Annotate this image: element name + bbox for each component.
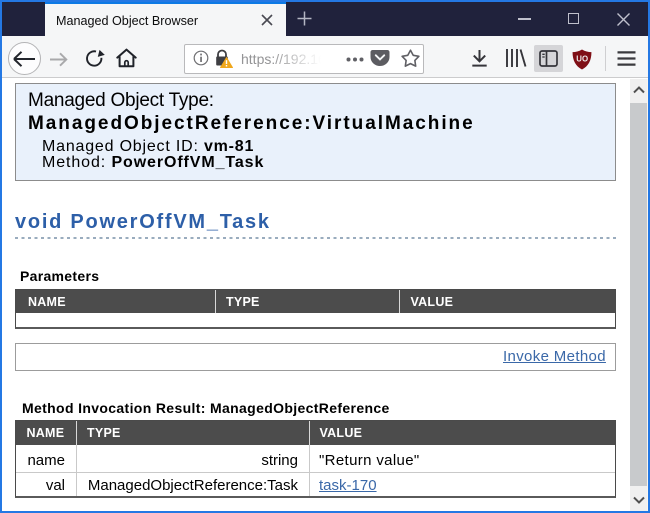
svg-text:UO: UO xyxy=(576,54,588,63)
